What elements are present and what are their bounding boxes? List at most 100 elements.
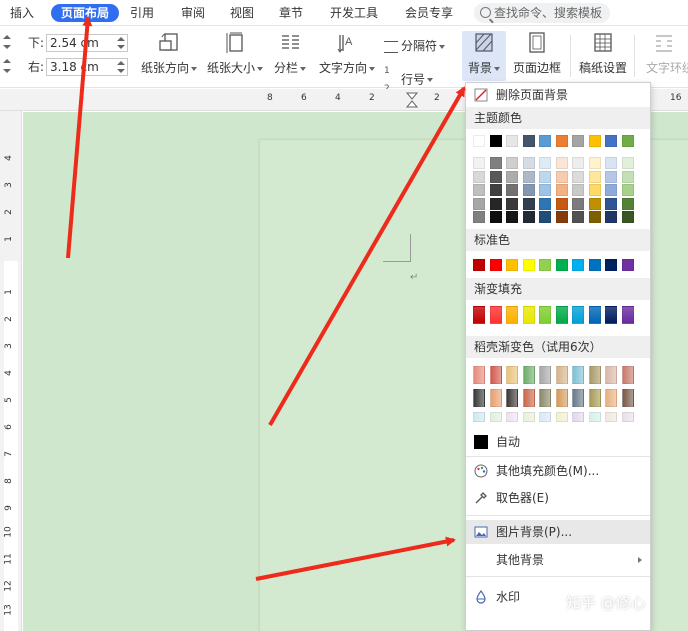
docer-gradient-swatch[interactable] bbox=[473, 366, 485, 384]
margin-left-spinner[interactable] bbox=[2, 57, 12, 75]
docer-gradient-swatch[interactable] bbox=[473, 412, 485, 422]
theme-shade-swatch[interactable] bbox=[539, 157, 551, 169]
gradient-swatch[interactable] bbox=[522, 306, 535, 324]
docer-gradient-swatch[interactable] bbox=[506, 366, 518, 384]
docer-gradient-swatch[interactable] bbox=[605, 412, 617, 422]
columns-button[interactable]: 分栏 bbox=[270, 31, 310, 81]
orientation-button[interactable]: 纸张方向 bbox=[138, 31, 200, 81]
theme-shade-swatch[interactable] bbox=[473, 211, 485, 223]
docer-gradient-swatch[interactable] bbox=[588, 389, 601, 407]
theme-shade-swatch[interactable] bbox=[539, 170, 551, 183]
docer-gradient-swatch[interactable] bbox=[522, 389, 535, 407]
docer-gradient-swatch[interactable] bbox=[539, 389, 551, 407]
theme-shade-swatch[interactable] bbox=[489, 157, 502, 169]
gradient-swatch[interactable] bbox=[605, 306, 617, 324]
grid-paper-button[interactable]: 稿纸设置 bbox=[576, 31, 630, 81]
theme-shade-swatch[interactable] bbox=[605, 211, 617, 223]
standard-color-swatch[interactable] bbox=[621, 259, 634, 271]
docer-gradient-swatch[interactable] bbox=[539, 366, 551, 384]
theme-shade-swatch[interactable] bbox=[572, 170, 584, 183]
margin-top-spinner[interactable] bbox=[2, 33, 12, 51]
theme-shade-swatch[interactable] bbox=[473, 197, 485, 210]
separator-button[interactable]: 分隔符 bbox=[384, 37, 446, 55]
docer-gradient-swatch[interactable] bbox=[572, 412, 584, 422]
menu-insert[interactable]: 插入 bbox=[10, 4, 34, 22]
theme-shade-swatch[interactable] bbox=[506, 211, 518, 223]
theme-shade-swatch[interactable] bbox=[588, 157, 601, 169]
paper-size-button[interactable]: 纸张大小 bbox=[204, 31, 266, 81]
docer-gradient-swatch[interactable] bbox=[489, 412, 502, 422]
margin-bottom-stepper[interactable] bbox=[117, 37, 125, 49]
page-border-button[interactable]: 页面边框 bbox=[508, 31, 566, 81]
docer-gradient-swatch[interactable] bbox=[572, 366, 584, 384]
theme-shade-swatch[interactable] bbox=[506, 184, 518, 196]
theme-color-swatch[interactable] bbox=[588, 135, 601, 147]
gradient-swatch[interactable] bbox=[489, 306, 502, 324]
command-search-input[interactable]: 查找命令、搜索模板 bbox=[474, 3, 610, 23]
gradient-swatch[interactable] bbox=[473, 306, 485, 324]
docer-gradient-swatch[interactable] bbox=[621, 366, 634, 384]
theme-shade-swatch[interactable] bbox=[572, 184, 584, 196]
theme-shade-swatch[interactable] bbox=[489, 211, 502, 223]
theme-color-swatch[interactable] bbox=[473, 135, 485, 147]
text-wrap-button[interactable]: 文字环绕 bbox=[640, 31, 688, 81]
standard-color-swatch[interactable] bbox=[539, 259, 551, 271]
gradient-swatch[interactable] bbox=[539, 306, 551, 324]
theme-shade-swatch[interactable] bbox=[522, 157, 535, 169]
remove-page-background-item[interactable]: 删除页面背景 bbox=[466, 83, 650, 107]
theme-shade-swatch[interactable] bbox=[539, 184, 551, 196]
standard-color-swatch[interactable] bbox=[605, 259, 617, 271]
theme-shade-swatch[interactable] bbox=[572, 157, 584, 169]
more-fill-colors-item[interactable]: 其他填充颜色(M)... bbox=[466, 459, 650, 483]
theme-shade-swatch[interactable] bbox=[621, 211, 634, 223]
theme-shade-swatch[interactable] bbox=[588, 184, 601, 196]
margin-right-stepper[interactable] bbox=[117, 61, 125, 73]
theme-shade-swatch[interactable] bbox=[555, 211, 568, 223]
theme-shade-swatch[interactable] bbox=[572, 211, 584, 223]
theme-shade-swatch[interactable] bbox=[572, 197, 584, 210]
theme-shade-swatch[interactable] bbox=[621, 170, 634, 183]
indent-marker-icon[interactable] bbox=[406, 92, 418, 108]
theme-shade-swatch[interactable] bbox=[555, 170, 568, 183]
docer-gradient-swatch[interactable] bbox=[605, 389, 617, 407]
theme-shade-swatch[interactable] bbox=[605, 170, 617, 183]
margin-right-field[interactable]: 3.18 cm bbox=[46, 58, 128, 76]
docer-gradient-swatch[interactable] bbox=[555, 366, 568, 384]
standard-color-swatch[interactable] bbox=[489, 259, 502, 271]
theme-shade-swatch[interactable] bbox=[506, 197, 518, 210]
docer-gradient-swatch[interactable] bbox=[506, 389, 518, 407]
docer-gradient-swatch[interactable] bbox=[621, 389, 634, 407]
standard-color-swatch[interactable] bbox=[572, 259, 584, 271]
docer-gradient-swatch[interactable] bbox=[539, 412, 551, 422]
standard-color-swatch[interactable] bbox=[506, 259, 518, 271]
menu-review[interactable]: 审阅 bbox=[181, 4, 205, 22]
theme-shade-swatch[interactable] bbox=[555, 157, 568, 169]
theme-shade-swatch[interactable] bbox=[605, 157, 617, 169]
theme-shade-swatch[interactable] bbox=[473, 157, 485, 169]
theme-color-swatch[interactable] bbox=[506, 135, 518, 147]
theme-shade-swatch[interactable] bbox=[621, 157, 634, 169]
docer-gradient-swatch[interactable] bbox=[473, 389, 485, 407]
docer-gradient-swatch[interactable] bbox=[522, 366, 535, 384]
docer-gradient-swatch[interactable] bbox=[588, 366, 601, 384]
theme-shade-swatch[interactable] bbox=[555, 184, 568, 196]
theme-shade-swatch[interactable] bbox=[522, 211, 535, 223]
theme-shade-swatch[interactable] bbox=[522, 197, 535, 210]
theme-shade-swatch[interactable] bbox=[588, 170, 601, 183]
theme-shade-swatch[interactable] bbox=[489, 184, 502, 196]
picture-background-item[interactable]: 图片背景(P)... bbox=[466, 520, 650, 544]
theme-shade-swatch[interactable] bbox=[539, 211, 551, 223]
menu-chapter[interactable]: 章节 bbox=[279, 4, 303, 22]
docer-gradient-swatch[interactable] bbox=[489, 366, 502, 384]
auto-color-item[interactable]: 自动 bbox=[466, 431, 650, 453]
docer-gradient-swatch[interactable] bbox=[489, 389, 502, 407]
docer-gradient-swatch[interactable] bbox=[555, 412, 568, 422]
theme-shade-swatch[interactable] bbox=[621, 184, 634, 196]
theme-shade-swatch[interactable] bbox=[473, 184, 485, 196]
theme-shade-swatch[interactable] bbox=[539, 197, 551, 210]
eyedropper-item[interactable]: 取色器(E) bbox=[466, 486, 650, 510]
theme-color-swatch[interactable] bbox=[621, 135, 634, 147]
theme-shade-swatch[interactable] bbox=[555, 197, 568, 210]
docer-gradient-swatch[interactable] bbox=[588, 412, 601, 422]
theme-shade-swatch[interactable] bbox=[605, 184, 617, 196]
